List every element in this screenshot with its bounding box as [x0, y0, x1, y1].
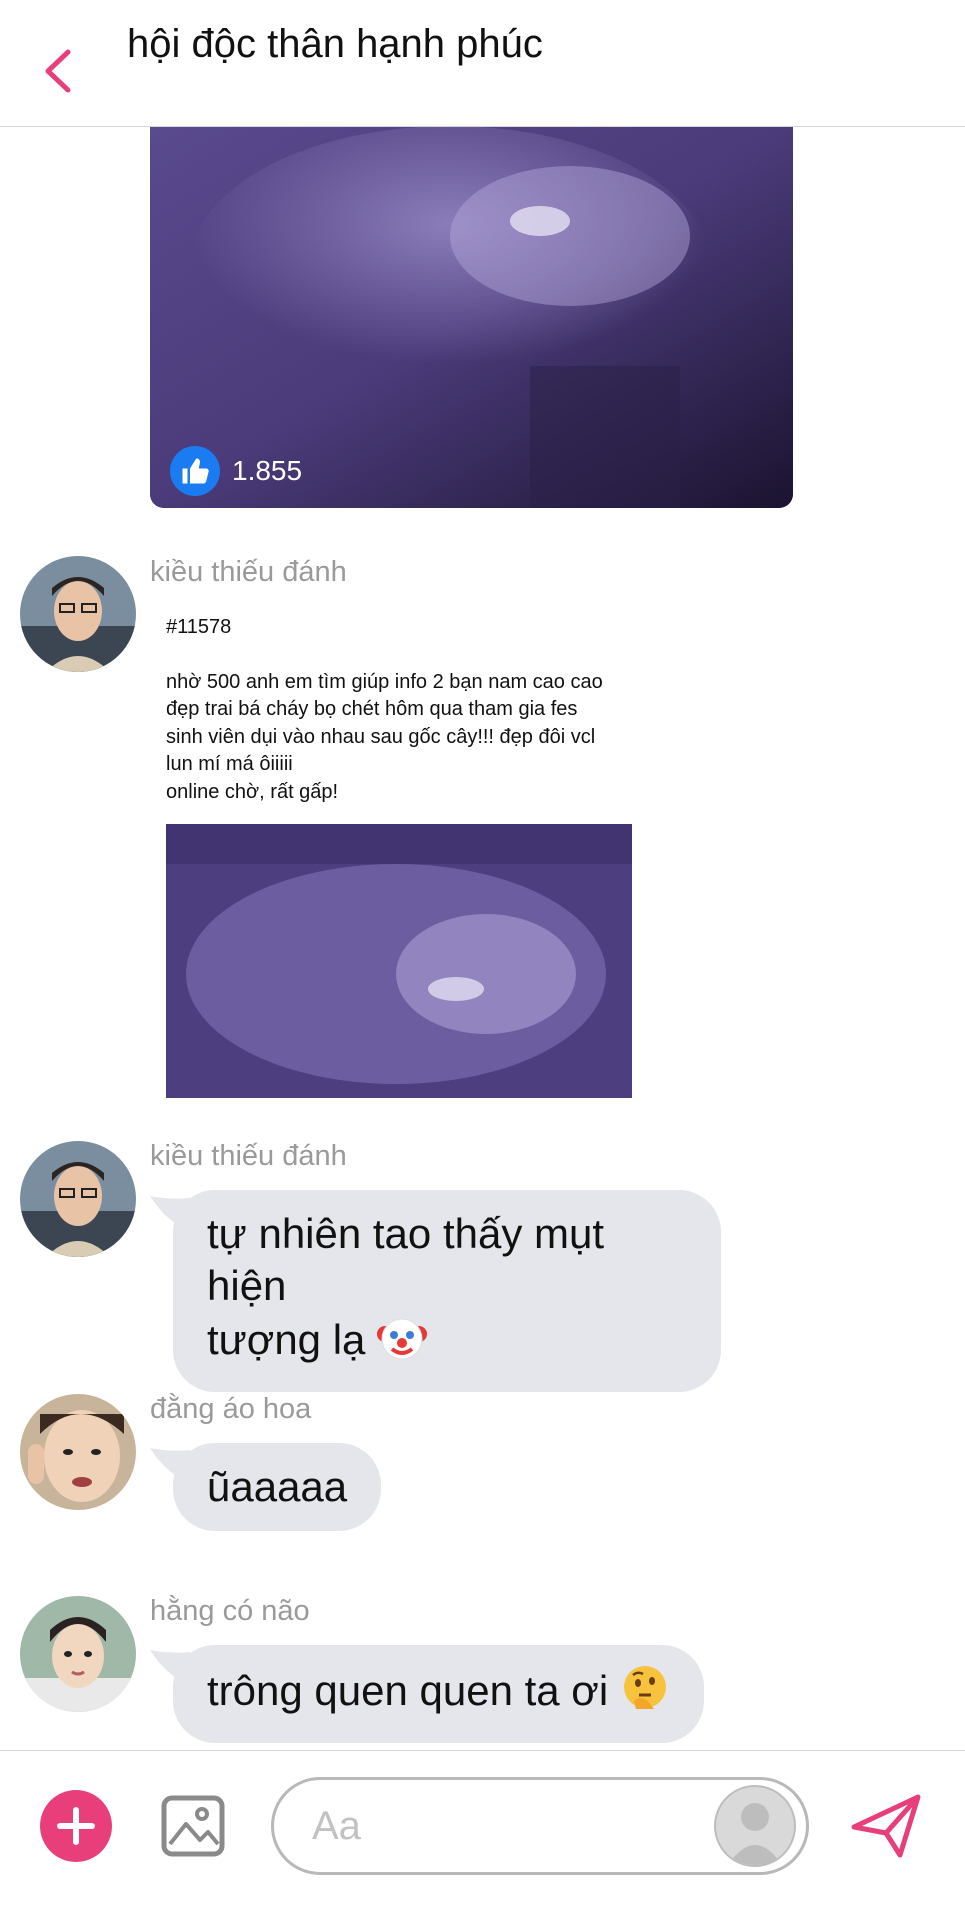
- message-text: trông quen quen ta ơi: [207, 1667, 609, 1715]
- sender-name: kiều thiếu đánh: [150, 556, 347, 588]
- avatar[interactable]: [20, 1141, 136, 1257]
- clown-face-icon: [377, 1312, 428, 1374]
- message-composer: Aa: [0, 1750, 965, 1921]
- user-silhouette-icon[interactable]: [714, 1785, 796, 1867]
- image-icon[interactable]: [160, 1794, 226, 1858]
- avatar[interactable]: [20, 1394, 136, 1510]
- input-placeholder: Aa: [312, 1804, 361, 1848]
- post-image[interactable]: [166, 824, 632, 1098]
- send-icon[interactable]: [850, 1793, 922, 1859]
- sender-name: kiều thiếu đánh: [150, 1140, 347, 1172]
- post-body: nhờ 500 anh em tìm giúp info 2 bạn nam c…: [166, 670, 603, 803]
- chat-title: hội độc thân hạnh phúc: [127, 22, 543, 66]
- avatar[interactable]: [20, 556, 136, 672]
- plus-icon[interactable]: [40, 1790, 112, 1862]
- thinking-face-icon: [620, 1663, 670, 1725]
- shared-post-text: #11578 nhờ 500 anh em tìm giúp info 2 bạ…: [166, 614, 646, 806]
- like-indicator[interactable]: 1.855: [170, 446, 302, 496]
- post-id: #11578: [166, 616, 232, 638]
- message-input[interactable]: Aa: [271, 1777, 809, 1875]
- chevron-left-icon[interactable]: [40, 46, 80, 96]
- message-bubble[interactable]: ũaaaaa: [173, 1443, 382, 1531]
- thumbs-up-icon: [170, 446, 220, 496]
- message-bubble[interactable]: trông quen quen ta ơi: [173, 1645, 704, 1743]
- message-text: ũaaaaa: [207, 1463, 348, 1510]
- sender-name: hằng có não: [150, 1595, 310, 1627]
- message-bubble[interactable]: tự nhiên tao thấy mụt hiện tượng lạ: [173, 1190, 721, 1392]
- avatar[interactable]: [20, 1596, 136, 1712]
- chat-header: hội độc thân hạnh phúc: [0, 0, 965, 127]
- like-count: 1.855: [232, 455, 303, 486]
- sender-name: đằng áo hoa: [150, 1393, 312, 1425]
